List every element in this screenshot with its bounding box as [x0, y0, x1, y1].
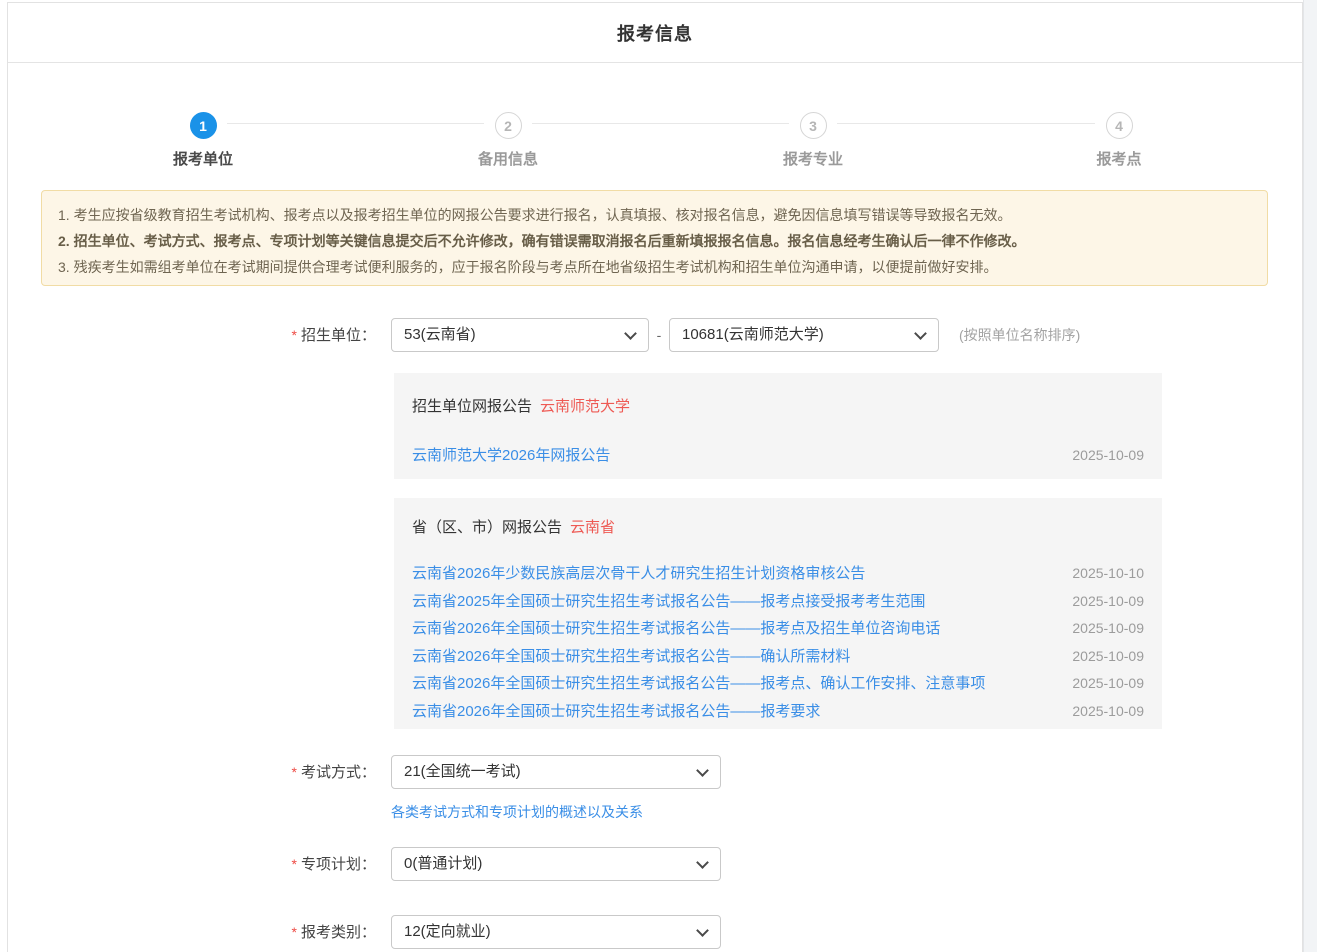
province-select-value: 53(云南省): [404, 326, 476, 343]
province-announcement-link[interactable]: 云南省2026年少数民族高层次骨干人才研究生招生计划资格审核公告: [412, 561, 865, 588]
exam-method-label: *考试方式：: [8, 755, 376, 790]
page-title: 报考信息: [617, 20, 693, 46]
step-1-label: 报考单位: [133, 148, 273, 169]
chevron-down-icon: [696, 764, 709, 777]
unit-select[interactable]: 10681(云南师范大学): [669, 318, 939, 352]
step-3-circle: 3: [800, 112, 827, 139]
announcement-date: 2025-10-09: [1072, 670, 1144, 697]
step-3-label: 报考专业: [743, 148, 883, 169]
step-connector: [837, 123, 1095, 124]
chevron-down-icon: [696, 856, 709, 869]
apply-category-select[interactable]: 12(定向就业): [391, 915, 721, 949]
chevron-down-icon: [624, 327, 637, 340]
province-announcement-link[interactable]: 云南省2026年全国硕士研究生招生考试报名公告——报考点及招生单位咨询电话: [412, 616, 940, 643]
province-select[interactable]: 53(云南省): [391, 318, 649, 352]
unit-announcement-box: 招生单位网报公告云南师范大学 云南师范大学2026年网报公告 2025-10-0…: [394, 373, 1162, 479]
step-2-circle: 2: [495, 112, 522, 139]
province-announcement-box: 省（区、市）网报公告云南省 云南省2026年少数民族高层次骨干人才研究生招生计划…: [394, 498, 1162, 729]
special-plan-select[interactable]: 0(普通计划): [391, 847, 721, 881]
province-announcement-link[interactable]: 云南省2026年全国硕士研究生招生考试报名公告——报考要求: [412, 699, 820, 726]
announcement-date: 2025-10-10: [1072, 560, 1144, 587]
unit-announcement-link[interactable]: 云南师范大学2026年网报公告: [412, 444, 610, 465]
required-asterisk: *: [292, 764, 297, 780]
province-name-highlight: 云南省: [570, 519, 615, 536]
step-2-label: 备用信息: [438, 148, 578, 169]
announcement-date: 2025-10-09: [1072, 698, 1144, 725]
exam-method-select-value: 21(全国统一考试): [404, 763, 521, 780]
announcement-row: 云南省2026年全国硕士研究生招生考试报名公告——报考要求 2025-10-09: [412, 698, 1144, 726]
province-announcement-title: 省（区、市）网报公告云南省: [412, 516, 1144, 537]
announcement-date: 2025-10-09: [1072, 643, 1144, 670]
step-connector: [227, 123, 484, 124]
step-1-circle: 1: [190, 112, 217, 139]
notice-box: 1. 考生应按省级教育招生考试机构、报考点以及报考招生单位的网报公告要求进行报名…: [41, 190, 1268, 286]
notice-line-1: 1. 考生应按省级教育招生考试机构、报考点以及报考招生单位的网报公告要求进行报名…: [58, 202, 1251, 228]
unit-announcement-title: 招生单位网报公告云南师范大学: [412, 395, 1144, 416]
select-separator: -: [649, 318, 669, 352]
announcement-date: 2025-10-09: [1072, 447, 1144, 463]
chevron-down-icon: [696, 924, 709, 937]
unit-name-highlight: 云南师范大学: [540, 398, 630, 415]
main-panel: 报考信息 1 报考单位 2 备用信息 3 报考专业 4 报考点 1. 考生应按省…: [7, 2, 1303, 952]
apply-category-label: *报考类别：: [8, 915, 376, 950]
required-asterisk: *: [292, 327, 297, 343]
apply-category-select-value: 12(定向就业): [404, 923, 491, 940]
province-announcement-list: 云南省2026年少数民族高层次骨干人才研究生招生计划资格审核公告 2025-10…: [412, 560, 1144, 725]
required-asterisk: *: [292, 856, 297, 872]
exam-method-select[interactable]: 21(全国统一考试): [391, 755, 721, 789]
province-announcement-link[interactable]: 云南省2026年全国硕士研究生招生考试报名公告——确认所需材料: [412, 644, 850, 671]
announcement-row: 云南省2026年全国硕士研究生招生考试报名公告——确认所需材料 2025-10-…: [412, 643, 1144, 671]
announcement-row: 云南省2026年全国硕士研究生招生考试报名公告——报考点及招生单位咨询电话 20…: [412, 615, 1144, 643]
announcement-date: 2025-10-09: [1072, 588, 1144, 615]
chevron-down-icon: [914, 327, 927, 340]
sort-order-note: (按照单位名称排序): [959, 318, 1080, 352]
unit-label: *招生单位：: [8, 318, 376, 353]
required-asterisk: *: [292, 924, 297, 940]
stepper: 1 报考单位 2 备用信息 3 报考专业 4 报考点: [8, 63, 1302, 173]
announcement-date: 2025-10-09: [1072, 615, 1144, 642]
step-connector: [532, 123, 789, 124]
step-4-label: 报考点: [1049, 148, 1189, 169]
announcement-row: 云南师范大学2026年网报公告 2025-10-09: [412, 444, 1144, 465]
announcement-row: 云南省2025年全国硕士研究生招生考试报名公告——报考点接受报考考生范围 202…: [412, 588, 1144, 616]
step-4-exam-site: 4 报考点: [1049, 112, 1189, 169]
notice-line-2: 2. 招生单位、考试方式、报考点、专项计划等关键信息提交后不允许修改，确有错误需…: [58, 228, 1251, 254]
title-bar: 报考信息: [8, 3, 1302, 63]
scrollbar[interactable]: [1303, 0, 1317, 952]
step-1-unit: 1 报考单位: [133, 112, 273, 169]
step-2-backup-info: 2 备用信息: [438, 112, 578, 169]
province-announcement-link[interactable]: 云南省2026年全国硕士研究生招生考试报名公告——报考点、确认工作安排、注意事项: [412, 671, 985, 698]
step-3-major: 3 报考专业: [743, 112, 883, 169]
unit-select-value: 10681(云南师范大学): [682, 326, 824, 343]
announcement-row: 云南省2026年少数民族高层次骨干人才研究生招生计划资格审核公告 2025-10…: [412, 560, 1144, 588]
special-plan-label: *专项计划：: [8, 847, 376, 882]
step-4-circle: 4: [1106, 112, 1133, 139]
notice-line-3: 3. 残疾考生如需组考单位在考试期间提供合理考试便利服务的，应于报名阶段与考点所…: [58, 254, 1251, 280]
special-plan-select-value: 0(普通计划): [404, 855, 482, 872]
province-announcement-link[interactable]: 云南省2025年全国硕士研究生招生考试报名公告——报考点接受报考考生范围: [412, 589, 925, 616]
exam-method-help-link[interactable]: 各类考试方式和专项计划的概述以及关系: [391, 802, 643, 822]
announcement-row: 云南省2026年全国硕士研究生招生考试报名公告——报考点、确认工作安排、注意事项…: [412, 670, 1144, 698]
